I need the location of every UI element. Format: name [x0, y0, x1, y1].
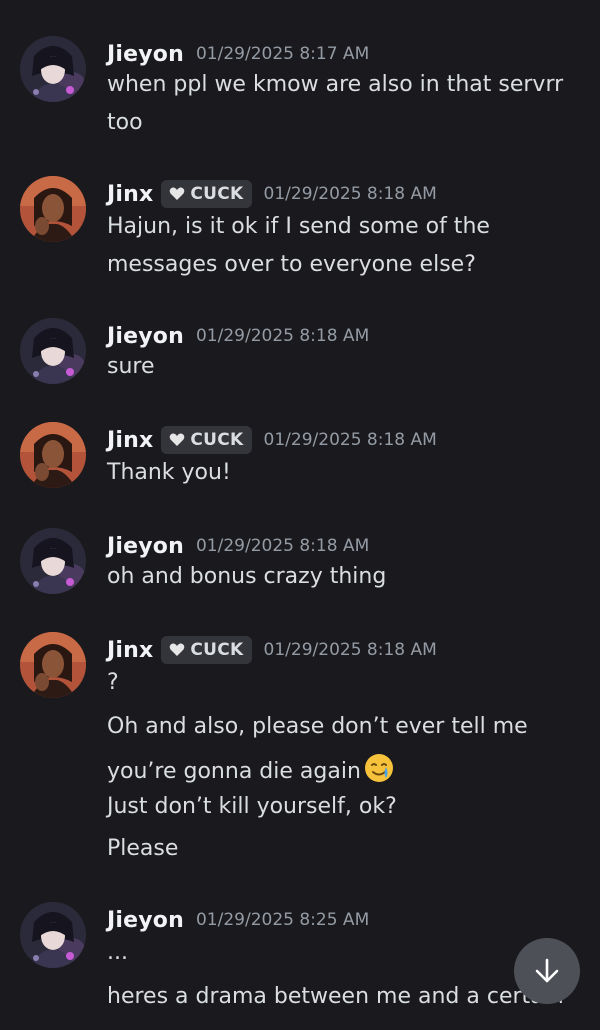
username[interactable]: Jieyon — [107, 324, 184, 349]
message-text: oh and bonus crazy thing — [107, 564, 387, 589]
timestamp: 01/29/2025 8:18 AM — [263, 184, 437, 204]
message-text: Thank you! — [107, 460, 231, 485]
message-text: you’re gonna die again — [107, 759, 361, 784]
avatar-jieyon[interactable] — [20, 318, 86, 384]
timestamp: 01/29/2025 8:18 AM — [195, 536, 370, 556]
avatar-jieyon[interactable] — [20, 528, 86, 594]
heart-icon — [170, 643, 185, 656]
message-text: heres a drama between me and a certain — [107, 984, 564, 1009]
username[interactable]: Jinx — [107, 638, 153, 663]
server-tag[interactable]: CUCK — [161, 180, 252, 208]
avatar-jinx[interactable] — [20, 632, 86, 698]
heart-icon — [170, 187, 185, 200]
avatar-jieyon[interactable] — [20, 36, 86, 102]
timestamp: 01/29/2025 8:25 AM — [195, 910, 370, 930]
scroll-to-bottom-button[interactable] — [514, 938, 580, 1004]
server-tag-label: CUCK — [190, 640, 244, 660]
username[interactable]: Jieyon — [107, 534, 184, 559]
message-text: Please — [107, 836, 179, 861]
message-text: ? — [107, 670, 119, 695]
message-text: messages over to everyone else? — [107, 252, 476, 277]
message-text: when ppl we kmow are also in that servrr — [107, 72, 564, 97]
username[interactable]: Jieyon — [107, 908, 184, 933]
avatar-jieyon[interactable] — [20, 902, 86, 968]
message-text: too — [107, 110, 143, 135]
message-text: Oh and also, please don’t ever tell me — [107, 714, 528, 739]
username[interactable]: Jinx — [107, 428, 153, 453]
crying-smile-emoji — [364, 754, 393, 782]
server-tag[interactable]: CUCK — [161, 426, 252, 454]
username[interactable]: Jinx — [107, 182, 153, 207]
avatar-jinx[interactable] — [20, 422, 86, 488]
message-text: Hajun, is it ok if I send some of the — [107, 214, 490, 239]
username[interactable]: Jieyon — [107, 42, 184, 67]
avatar-jinx[interactable] — [20, 176, 86, 242]
server-tag-label: CUCK — [190, 184, 244, 204]
arrow-down-icon — [535, 958, 559, 983]
timestamp: 01/29/2025 8:18 AM — [195, 326, 370, 346]
heart-icon — [170, 433, 185, 446]
message-text: ... — [107, 940, 128, 965]
message-text: Just don’t kill yourself, ok? — [107, 794, 397, 819]
message-text-with-emoji: you’re gonna die again — [107, 752, 395, 784]
timestamp: 01/29/2025 8:18 AM — [263, 430, 437, 450]
server-tag[interactable]: CUCK — [161, 636, 252, 664]
timestamp: 01/29/2025 8:18 AM — [263, 640, 437, 660]
server-tag-label: CUCK — [190, 430, 244, 450]
timestamp: 01/29/2025 8:17 AM — [195, 44, 370, 64]
message-text: sure — [107, 354, 155, 379]
